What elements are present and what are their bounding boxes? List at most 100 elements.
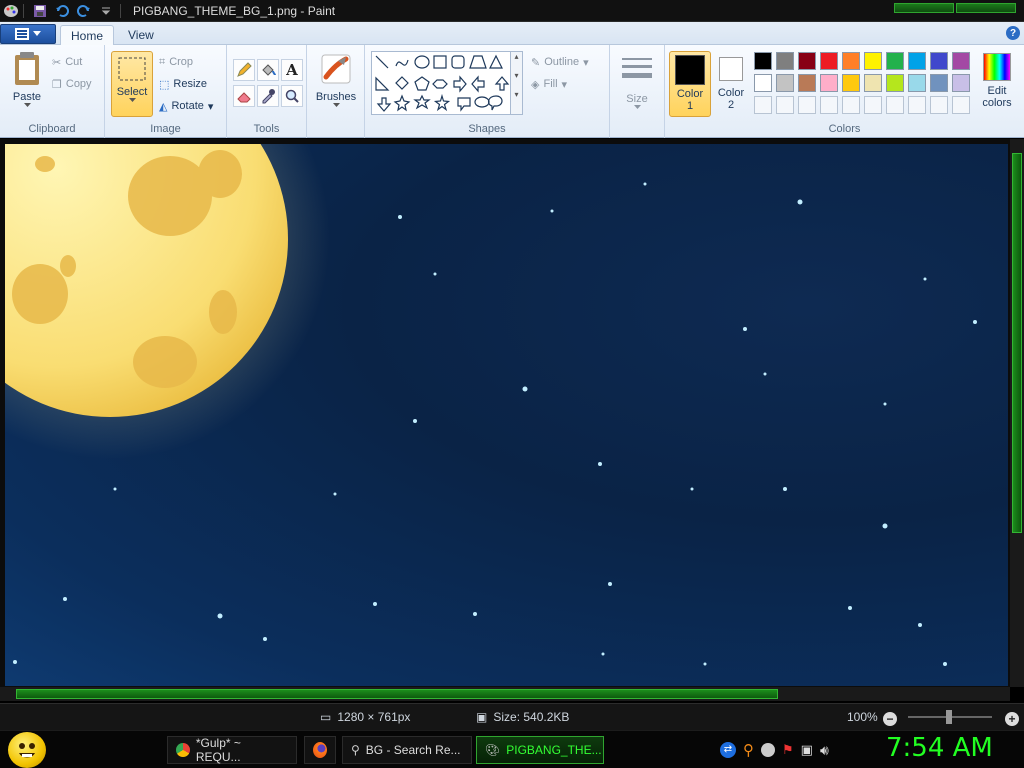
palette-swatch[interactable] — [776, 74, 794, 92]
palette-swatch[interactable] — [908, 74, 926, 92]
security-icon[interactable]: ⚑ — [782, 742, 794, 758]
taskbar-item-paint[interactable]: 🎨︎ PIGBANG_THE... — [476, 736, 604, 764]
minimize-button[interactable] — [894, 3, 954, 13]
cut-button[interactable]: ✂ Cut — [52, 53, 82, 71]
eraser-icon[interactable] — [233, 85, 255, 107]
image-canvas[interactable] — [5, 144, 1008, 686]
fill-bucket-icon[interactable] — [257, 59, 279, 81]
select-button[interactable]: Select — [111, 51, 153, 117]
line-size-icon — [622, 58, 652, 78]
palette-swatch[interactable] — [886, 74, 904, 92]
crop-button[interactable]: ⌗ Crop — [159, 53, 193, 71]
canvas-area[interactable] — [0, 139, 1024, 687]
magnifier-icon[interactable] — [281, 85, 303, 107]
palette-swatch[interactable] — [754, 52, 772, 70]
resize-button[interactable]: ⬚ Resize — [159, 75, 207, 93]
taskbar-item-chrome[interactable]: *Gulp* ~ REQU... — [167, 736, 297, 764]
zoom-slider-knob[interactable] — [946, 710, 952, 724]
palette-swatch[interactable] — [842, 52, 860, 70]
tools-group-label: Tools — [253, 123, 280, 135]
system-tray: ⇄ ⚲ ⚑ ▣ 🔊︎ — [720, 741, 829, 759]
shapes-group-label: Shapes — [468, 123, 506, 135]
tab-home[interactable]: Home — [60, 25, 115, 45]
colors-group-label: Colors — [828, 123, 861, 135]
save-icon[interactable] — [30, 1, 50, 21]
palette-swatch[interactable] — [864, 74, 882, 92]
palette-swatch[interactable] — [754, 96, 772, 114]
paint-app-icon[interactable] — [3, 3, 19, 19]
select-rect-icon — [118, 57, 146, 81]
fill-button[interactable]: ◈ Fill ▾ — [531, 75, 567, 93]
network-icon[interactable]: ▣ — [801, 742, 813, 758]
palette-swatch[interactable] — [908, 52, 926, 70]
palette-swatch[interactable] — [952, 52, 970, 70]
zoom-out-icon[interactable]: − — [883, 712, 897, 726]
zoom-in-icon[interactable]: + — [1005, 712, 1019, 726]
rotate-button[interactable]: ◭ Rotate ▾ — [159, 97, 213, 115]
color1-number: 1 — [686, 100, 694, 112]
maximize-button[interactable] — [956, 3, 1016, 13]
start-button[interactable] — [8, 732, 46, 768]
palette-swatch[interactable] — [886, 52, 904, 70]
zoom-text: 100% — [847, 710, 878, 724]
redo-icon[interactable] — [74, 1, 94, 21]
palette-swatch[interactable] — [952, 74, 970, 92]
volume-icon[interactable]: 🔊︎ — [820, 742, 829, 759]
palette-swatch[interactable] — [842, 74, 860, 92]
palette-swatch[interactable] — [864, 52, 882, 70]
palette-swatch[interactable] — [776, 96, 794, 114]
taskbar-item-firefox[interactable] — [304, 736, 336, 764]
color1-button[interactable]: Color 1 — [669, 51, 711, 117]
clock[interactable]: 7:54 AM — [886, 733, 993, 763]
palette-swatch[interactable] — [798, 52, 816, 70]
palette-swatch[interactable] — [930, 74, 948, 92]
color2-button[interactable]: Color 2 — [713, 54, 749, 111]
pencil-icon[interactable] — [233, 59, 255, 81]
vertical-scroll-thumb[interactable] — [1012, 153, 1022, 533]
outline-button[interactable]: ✎ Outline ▾ — [531, 53, 589, 71]
copy-button[interactable]: ❐ Copy — [52, 75, 92, 93]
color-picker-icon[interactable] — [257, 85, 279, 107]
palette-swatch[interactable] — [754, 74, 772, 92]
fill-label: Fill — [543, 78, 558, 90]
rotate-dropdown-icon: ▾ — [207, 100, 214, 113]
palette-swatch[interactable] — [798, 96, 816, 114]
palette-swatch[interactable] — [930, 96, 948, 114]
brushes-button[interactable]: Brushes — [313, 53, 359, 108]
shapes-scroll[interactable]: ▴ ▾ ▾ — [510, 52, 522, 114]
help-icon[interactable]: ? — [1006, 26, 1020, 40]
horizontal-scrollbar[interactable] — [0, 687, 1010, 701]
customize-qa-icon[interactable] — [96, 1, 116, 21]
vertical-scrollbar[interactable] — [1010, 139, 1024, 687]
undo-icon[interactable] — [52, 1, 72, 21]
palette-swatch[interactable] — [930, 52, 948, 70]
palette-swatch[interactable] — [952, 96, 970, 114]
palette-swatch[interactable] — [864, 96, 882, 114]
paste-button[interactable]: Paste — [8, 51, 46, 108]
size-button[interactable]: Size — [616, 55, 658, 110]
palette-swatch[interactable] — [842, 96, 860, 114]
file-size-text: Size: 540.2KB — [493, 710, 570, 724]
search-icon[interactable]: ⚲ — [743, 741, 754, 759]
palette-swatch[interactable] — [820, 96, 838, 114]
text-tool-icon[interactable]: A — [281, 59, 303, 81]
paint-menu-button[interactable] — [0, 24, 56, 44]
palette-swatch[interactable] — [776, 52, 794, 70]
palette-swatch[interactable] — [908, 96, 926, 114]
tray-status-icon[interactable] — [761, 743, 775, 757]
edit-colors-button[interactable]: Edit colors — [977, 53, 1017, 109]
tab-view[interactable]: View — [118, 25, 164, 45]
taskbar-item-search[interactable]: ⚲ BG - Search Re... — [342, 736, 472, 764]
horizontal-scroll-thumb[interactable] — [16, 689, 778, 699]
dimensions-text: 1280 × 761px — [337, 710, 411, 724]
file-size: ▣ Size: 540.2KB — [476, 710, 569, 724]
brushes-group: Brushes — [307, 45, 365, 138]
palette-swatch[interactable] — [820, 74, 838, 92]
paste-label: Paste — [12, 91, 42, 103]
palette-swatch[interactable] — [886, 96, 904, 114]
palette-swatch[interactable] — [820, 52, 838, 70]
taskbar-item-label: *Gulp* ~ REQU... — [195, 736, 241, 764]
palette-swatch[interactable] — [798, 74, 816, 92]
copy-icon: ❐ — [52, 78, 62, 91]
teamviewer-icon[interactable]: ⇄ — [720, 742, 736, 758]
